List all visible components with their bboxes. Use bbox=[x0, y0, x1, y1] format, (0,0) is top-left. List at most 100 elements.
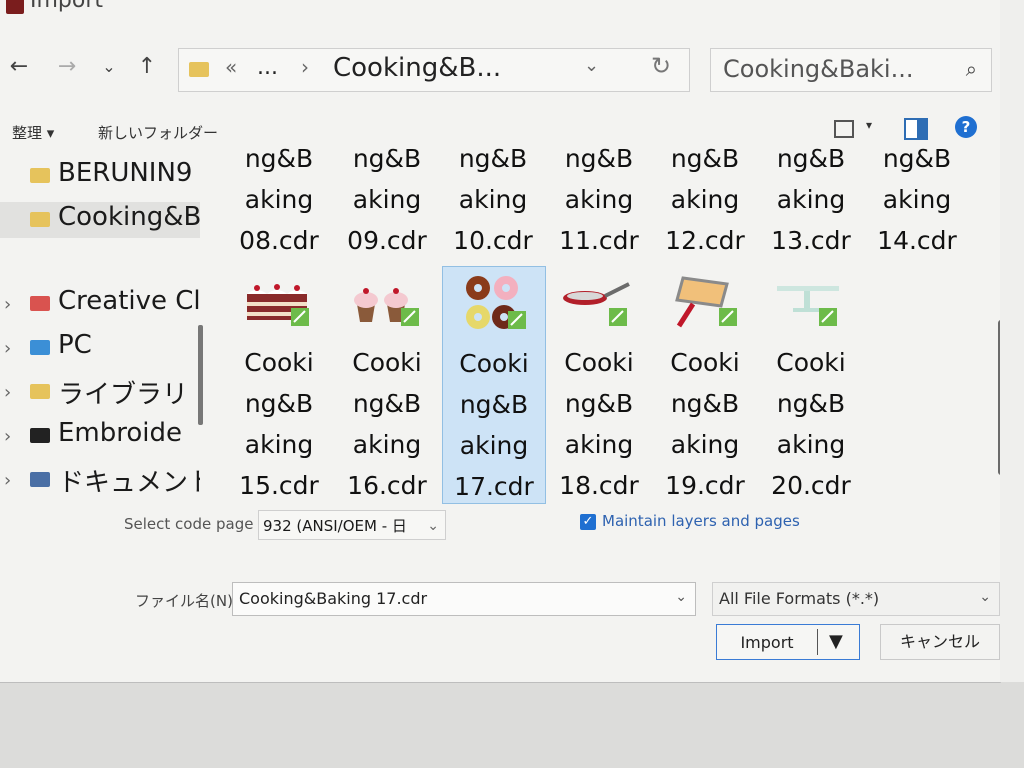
file-name-line: aking bbox=[670, 185, 740, 214]
file-name-line: Cooki bbox=[244, 348, 314, 377]
code-page-select[interactable]: 932 (ANSI/OEM - 日 ⌄ bbox=[258, 510, 446, 540]
file-item[interactable]: ng&B aking 14.cdr bbox=[866, 146, 968, 261]
file-name-line: aking bbox=[244, 430, 314, 459]
search-input[interactable]: Cooking&Baki... ⌕ bbox=[710, 48, 992, 92]
organize-menu[interactable]: 整理 ▾ bbox=[12, 122, 54, 143]
nav-item[interactable]: › Embroide bbox=[0, 418, 200, 454]
view-dropdown-icon[interactable]: ▾ bbox=[866, 118, 872, 132]
title-bar: Import bbox=[0, 0, 1000, 22]
file-name-line: ng&B bbox=[670, 146, 740, 173]
background-window-edge bbox=[1000, 0, 1024, 682]
nav-item-label: PC bbox=[58, 330, 92, 360]
nav-item[interactable]: › ライブラリ bbox=[0, 374, 200, 410]
file-item[interactable]: ng&B aking 09.cdr bbox=[336, 146, 438, 261]
cancel-button[interactable]: キャンセル bbox=[880, 624, 1000, 660]
back-arrow-icon[interactable]: ← bbox=[4, 52, 34, 82]
file-item[interactable]: Cooki ng&B aking 15.cdr bbox=[228, 266, 330, 506]
file-name-line: ng&B bbox=[244, 389, 314, 418]
overflow-chevrons-icon[interactable]: « bbox=[225, 55, 237, 79]
file-item-selected[interactable]: Cooki ng&B aking 17.cdr bbox=[442, 266, 546, 504]
maintain-layers-checkbox[interactable]: ✓ bbox=[580, 514, 596, 530]
file-name-line: ng&B bbox=[670, 389, 740, 418]
breadcrumb-current-folder[interactable]: Cooking&B... bbox=[333, 53, 501, 83]
code-page-label: Select code page bbox=[124, 515, 254, 533]
filename-input[interactable]: Cooking&Baking 17.cdr ⌄ bbox=[232, 582, 696, 616]
embroidery-icon bbox=[30, 428, 50, 443]
options-row: Select code page 932 (ANSI/OEM - 日 ⌄ ✓ M… bbox=[0, 510, 1000, 544]
import-button[interactable]: Import ▼ bbox=[716, 624, 860, 660]
address-dropdown-icon[interactable]: ⌄ bbox=[584, 55, 599, 76]
file-list: ng&B aking 08.cdr ng&B aking 09.cdr ng&B aking 1… bbox=[210, 146, 990, 506]
file-name-line: ng&B bbox=[459, 390, 529, 419]
expand-chevron-icon[interactable]: › bbox=[4, 470, 11, 491]
file-item[interactable]: ng&B aking 10.cdr bbox=[442, 146, 544, 261]
file-name-line: aking bbox=[459, 431, 529, 460]
chevron-down-icon[interactable]: ⌄ bbox=[675, 589, 687, 605]
window-title: Import bbox=[30, 0, 104, 13]
refresh-icon[interactable]: ↻ bbox=[651, 52, 671, 80]
file-name-line: ng&B bbox=[882, 146, 952, 173]
forward-arrow-icon[interactable]: → bbox=[52, 52, 82, 82]
expand-chevron-icon[interactable]: › bbox=[4, 338, 11, 359]
navigation-scrollbar[interactable] bbox=[198, 325, 203, 425]
file-name-line: 11.cdr bbox=[559, 226, 639, 255]
file-item[interactable]: Cooki ng&B aking 16.cdr bbox=[336, 266, 438, 506]
file-name-line: 13.cdr bbox=[771, 226, 851, 255]
recent-locations-chevron-icon[interactable]: ⌄ bbox=[94, 52, 124, 82]
file-item[interactable]: Cooki ng&B aking 18.cdr bbox=[548, 266, 650, 506]
address-field[interactable]: « ... › Cooking&B... ⌄ ↻ bbox=[178, 48, 690, 92]
file-item[interactable]: Cooki ng&B aking 20.cdr bbox=[760, 266, 862, 506]
coreldraw-app-icon bbox=[6, 0, 24, 14]
nav-item[interactable]: › PC bbox=[0, 330, 200, 366]
help-icon[interactable]: ? bbox=[955, 116, 977, 138]
nav-item-label: Embroide bbox=[58, 418, 183, 448]
file-name-line: aking bbox=[776, 430, 846, 459]
view-options-icon[interactable] bbox=[834, 120, 854, 138]
file-name-line: aking bbox=[564, 430, 634, 459]
cake-stand-icon bbox=[760, 266, 862, 342]
up-arrow-icon[interactable]: ↑ bbox=[132, 52, 162, 82]
file-name-line: 17.cdr bbox=[454, 472, 534, 501]
file-name-line: aking bbox=[352, 185, 422, 214]
search-placeholder: Cooking&Baki... bbox=[723, 55, 914, 83]
file-format-select[interactable]: All File Formats (*.*) ⌄ bbox=[712, 582, 1000, 616]
search-icon[interactable]: ⌕ bbox=[966, 57, 977, 81]
maintain-layers-label[interactable]: Maintain layers and pages bbox=[602, 512, 800, 530]
file-name-line: ng&B bbox=[564, 146, 634, 173]
new-folder-button[interactable]: 新しいフォルダー bbox=[98, 122, 218, 143]
breadcrumb-separator-icon: › bbox=[301, 55, 309, 79]
split-divider bbox=[817, 629, 818, 655]
nav-item[interactable]: › ドキュメント bbox=[0, 462, 200, 495]
expand-chevron-icon[interactable]: › bbox=[4, 294, 11, 315]
nav-item-label: Creative Cl bbox=[58, 286, 200, 316]
nav-item-label: ライブラリ bbox=[58, 380, 189, 410]
file-item[interactable]: ng&B aking 08.cdr bbox=[228, 146, 330, 261]
preview-pane-icon[interactable] bbox=[904, 118, 928, 140]
file-name-line: Cooki bbox=[352, 348, 422, 377]
file-item[interactable]: ng&B aking 13.cdr bbox=[760, 146, 862, 261]
file-name-line: Cooki bbox=[670, 348, 740, 377]
file-name-line: Cooki bbox=[459, 349, 529, 378]
file-name-line: 18.cdr bbox=[559, 471, 639, 500]
nav-item[interactable]: BERUNIN9 bbox=[0, 158, 200, 194]
import-options-dropdown-icon[interactable]: ▼ bbox=[829, 631, 843, 652]
nav-item-label: BERUNIN9 bbox=[58, 158, 193, 188]
file-item[interactable]: Cooki ng&B aking 19.cdr bbox=[654, 266, 756, 506]
expand-chevron-icon[interactable]: › bbox=[4, 382, 11, 403]
file-name-line: 14.cdr bbox=[877, 226, 957, 255]
file-name-line: aking bbox=[776, 185, 846, 214]
file-name-line: 15.cdr bbox=[239, 471, 319, 500]
folder-icon bbox=[189, 62, 209, 77]
file-name-line: aking bbox=[564, 185, 634, 214]
file-name-line: ng&B bbox=[352, 389, 422, 418]
breadcrumb-ellipsis[interactable]: ... bbox=[257, 55, 278, 80]
file-item[interactable]: ng&B aking 12.cdr bbox=[654, 146, 756, 261]
baking-tray-icon bbox=[654, 266, 756, 342]
file-name-line: Cooki bbox=[776, 348, 846, 377]
file-name-line: 09.cdr bbox=[347, 226, 427, 255]
nav-item[interactable]: › Creative Cl bbox=[0, 286, 200, 322]
nav-item[interactable]: Cooking&B bbox=[0, 202, 200, 238]
file-item[interactable]: ng&B aking 11.cdr bbox=[548, 146, 650, 261]
expand-chevron-icon[interactable]: › bbox=[4, 426, 11, 447]
file-name-line: 16.cdr bbox=[347, 471, 427, 500]
